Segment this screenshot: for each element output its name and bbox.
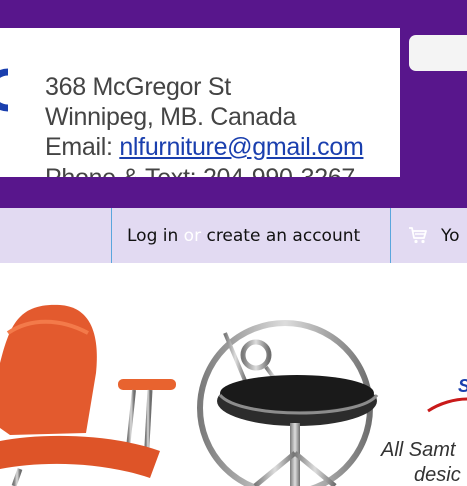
search-input[interactable] xyxy=(409,35,467,71)
brand-swoosh xyxy=(427,397,467,413)
promo-caption-line1: All Samt xyxy=(381,439,456,461)
email-link[interactable]: nlfurniture@gmail.com xyxy=(119,133,363,161)
address-line-street: 368 McGregor St xyxy=(45,73,231,101)
nav-divider xyxy=(390,208,391,263)
store-info-banner: 368 McGregor St Winnipeg, MB. Canada Ema… xyxy=(0,28,400,177)
email-label: Email: xyxy=(45,133,120,161)
or-separator: or xyxy=(183,226,202,246)
orange-armchair-image xyxy=(0,304,176,486)
phone-line: Phone & Text: 204-990-3267 xyxy=(45,164,355,177)
promo-banner[interactable]: S All Samt desic xyxy=(0,263,467,486)
nav-divider xyxy=(111,208,112,263)
site-header: 368 McGregor St Winnipeg, MB. Canada Ema… xyxy=(0,0,467,208)
cart-link[interactable]: Yo xyxy=(441,226,460,246)
promo-caption-line2: desic xyxy=(414,464,461,486)
email-line: Email: nlfurniture@gmail.com xyxy=(45,133,364,161)
login-link[interactable]: Log in xyxy=(127,226,178,246)
ring-back-stool-image xyxy=(197,320,379,486)
account-links: Log in or create an account xyxy=(127,226,360,246)
create-account-link[interactable]: create an account xyxy=(206,226,360,246)
brand-logo-letter: S xyxy=(458,376,467,397)
address-line-city: Winnipeg, MB. Canada xyxy=(45,103,297,131)
logo-fragment xyxy=(0,68,9,112)
shopping-cart-icon[interactable] xyxy=(408,226,428,244)
